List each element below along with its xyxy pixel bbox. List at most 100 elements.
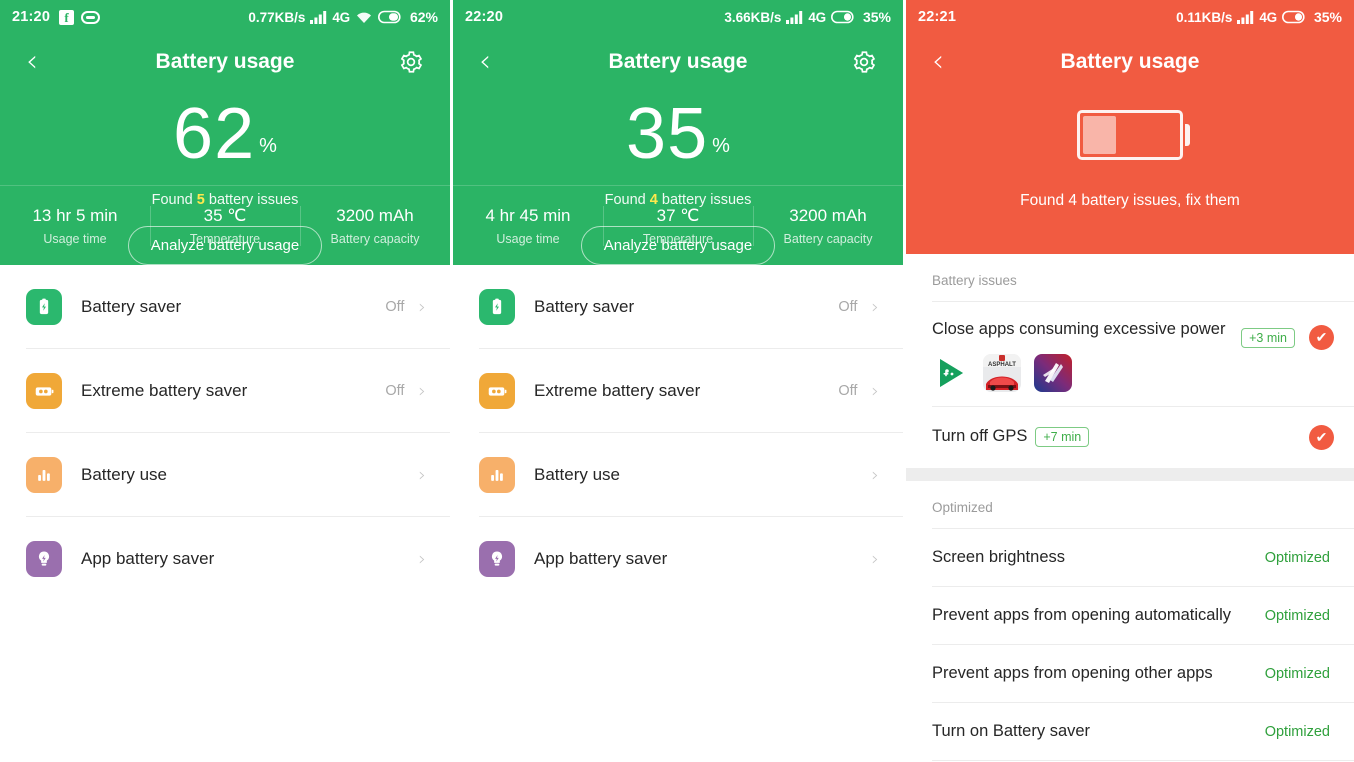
chevron-right-icon: › [871,380,879,402]
stat-value: 4 hr 45 min [485,205,571,225]
issue-row-close-apps[interactable]: Close apps consuming excessive power ASP… [906,302,1354,406]
list-item-battery-use[interactable]: Battery use › [453,433,903,517]
battery-percent: 62% [409,9,438,25]
battery-percent-display-1: 62% [0,98,450,170]
page-title: Battery usage [608,50,748,73]
optimized-section-title: Optimized [932,499,993,515]
stat-value: 3200 mAh [336,205,414,225]
check-icon[interactable]: ✔ [1309,325,1334,350]
found-issues-text-3: Found 4 battery issues, fix them [1020,192,1240,209]
stat-label: Battery capacity [783,231,873,246]
app-battery-saver-icon [26,541,62,577]
status-bar-1: 21:20 f 0.77KB/s 4G 62% [0,0,450,34]
chevron-right-icon: › [871,548,879,570]
settings-list-1: Battery saver Off › Extreme battery save… [0,265,450,601]
issue-row-turn-off-gps[interactable]: Turn off GPS +7 min ✔ [906,407,1354,468]
stat-value: 3200 mAh [789,205,867,225]
list-item-label: App battery saver [534,549,668,568]
page-title: Battery usage [1060,50,1200,73]
issue-content: Close apps consuming excessive power ASP… [932,319,1241,392]
status-right-icons: 0.77KB/s 4G 62% [248,9,438,25]
list-item-label: App battery saver [81,549,215,568]
asphalt-game-icon[interactable]: ASPHALT [983,353,1021,392]
optimized-row-prevent-auto-open[interactable]: Prevent apps from opening automatically … [906,587,1354,645]
gear-icon[interactable] [398,49,424,75]
optimized-status: Optimized [1264,665,1330,682]
stat-usage-time: 13 hr 5 min Usage time [0,206,150,246]
screenshot-collage: 21:20 f 0.77KB/s 4G 62% ‹ Battery usage … [0,0,1354,762]
issue-badge-wrap: +3 min ✔ [1241,325,1334,350]
stat-value: 37 ℃ [656,205,700,225]
wifi-icon [356,12,371,23]
app-battery-saver-icon [479,541,515,577]
extreme-battery-saver-icon [26,373,62,409]
back-button[interactable]: ‹ [932,47,944,77]
list-item-label: Battery use [534,465,620,484]
stat-label: Temperature [189,231,261,246]
list-item-extreme-battery-saver[interactable]: Extreme battery saver Off › [453,349,903,433]
percent-sign: % [712,135,730,157]
battery-stats-2: 4 hr 45 min Usage time 37 ℃ Temperature … [453,185,903,265]
status-bar-2: 22:20 3.66KB/s 4G 35% [453,0,903,34]
phone-screen-2: 22:20 3.66KB/s 4G 35% ‹ Battery usage 35… [453,0,903,762]
stat-usage-time: 4 hr 45 min Usage time [453,206,603,246]
list-item-label: Extreme battery saver [81,381,248,400]
phone-screen-1: 21:20 f 0.77KB/s 4G 62% ‹ Battery usage … [0,0,450,762]
navbar-2: ‹ Battery usage [453,34,903,90]
network-speed: 0.77KB/s [248,9,306,25]
signal-bars-icon [786,11,803,24]
optimized-label: Turn on Battery saver [932,722,1091,741]
facebook-icon: f [59,9,75,25]
svg-text:ASPHALT: ASPHALT [988,362,1016,368]
network-type: 4G [808,9,826,25]
list-item-battery-use[interactable]: Battery use › [0,433,450,517]
optimized-row-prevent-open-other-apps[interactable]: Prevent apps from opening other apps Opt… [906,645,1354,703]
issue-title: Turn off GPS [932,427,1028,446]
battery-percent: 35% [1313,9,1342,25]
section-separator-band [906,467,1354,481]
status-time: 22:20 [465,9,504,25]
battery-fill [1083,116,1116,154]
google-play-games-icon[interactable] [932,353,970,392]
list-item-extreme-battery-saver[interactable]: Extreme battery saver Off › [0,349,450,433]
signal-bars-icon [1237,11,1254,24]
stat-battery-capacity: 3200 mAh Battery capacity [753,206,903,246]
battery-saver-icon [26,289,62,325]
check-icon[interactable]: ✔ [1309,424,1334,450]
battery-use-icon [479,457,515,493]
status-right-icons: 0.11KB/s 4G 35% [1176,9,1342,25]
navbar-3: ‹ Battery usage [906,34,1354,90]
stat-label: Battery capacity [330,231,420,246]
battery-percent-value: 62 [173,94,256,174]
battery-level-graphic [906,110,1354,160]
back-button[interactable]: ‹ [479,47,491,77]
chevron-right-icon: › [418,548,426,570]
chevron-right-icon: › [418,380,426,402]
list-item-battery-saver[interactable]: Battery saver Off › [453,265,903,349]
battery-percent-display-2: 35% [453,98,903,170]
network-type: 4G [1259,9,1277,25]
list-item-value: Off [838,299,858,315]
optimized-row-turn-on-battery-saver[interactable]: Turn on Battery saver Optimized [906,703,1354,761]
chevron-right-icon: › [871,296,879,318]
battery-issues-section-title: Battery issues [932,273,1017,288]
action-game-icon[interactable] [1034,353,1072,392]
settings-list-2: Battery saver Off › Extreme battery save… [453,265,903,601]
gear-icon[interactable] [851,49,877,75]
status-left-icons: f [59,9,101,25]
time-saving-badge: +7 min [1035,427,1090,448]
stat-label: Usage time [43,231,107,246]
back-button[interactable]: ‹ [26,47,38,77]
percent-sign: % [259,135,277,157]
optimized-row-screen-brightness[interactable]: Screen brightness Optimized [906,529,1354,587]
list-item-app-battery-saver[interactable]: App battery saver › [453,517,903,601]
battery-header-3: 22:21 0.11KB/s 4G 35% ‹ Battery usage Fo… [906,0,1354,254]
optimized-label: Prevent apps from opening other apps [932,664,1213,683]
battery-header-2: 22:20 3.66KB/s 4G 35% ‹ Battery usage 35… [453,0,903,265]
list-item-app-battery-saver[interactable]: App battery saver › [0,517,450,601]
list-item-value: Off [385,299,405,315]
battery-use-icon [26,457,62,493]
list-item-label: Battery saver [81,297,182,316]
list-item-battery-saver[interactable]: Battery saver Off › [0,265,450,349]
battery-body [1077,110,1190,160]
